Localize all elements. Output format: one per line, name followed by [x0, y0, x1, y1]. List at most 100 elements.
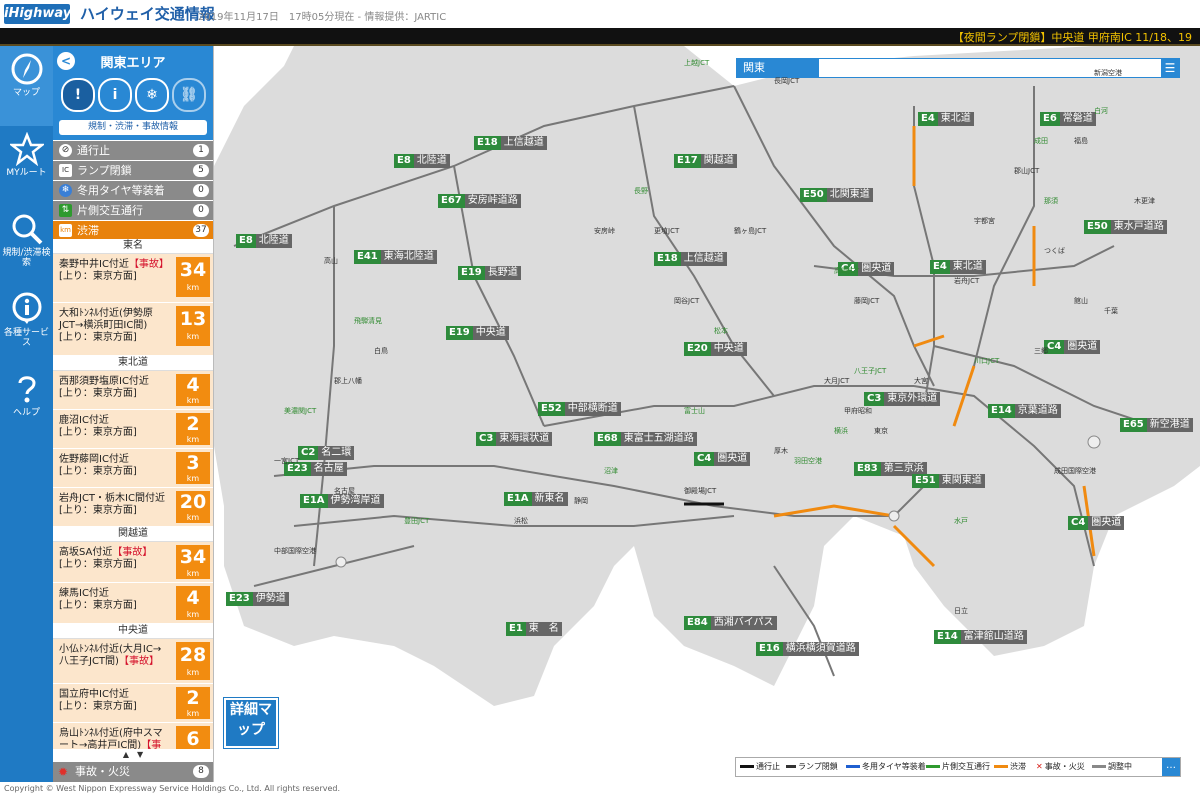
nav-map[interactable]: マップ [0, 46, 53, 126]
nav-my-route[interactable]: MYルート [0, 126, 53, 206]
count-badge: 1 [193, 144, 209, 157]
legend-swatch [994, 765, 1008, 768]
route-label[interactable]: C2 名二環 [298, 446, 355, 460]
update-time: 2019年11月17日 17時05分現在 - 情報提供：JARTIC [198, 12, 447, 23]
route-label[interactable]: C4 圏央道 [1068, 516, 1125, 530]
route-label[interactable]: E14 京葉道路 [988, 404, 1061, 418]
warning-category-icon[interactable]: ! [61, 78, 95, 112]
route-label[interactable]: E50 北関東道 [800, 188, 873, 202]
info-category-icon[interactable]: i [98, 78, 132, 112]
place-label: 高崎JCT [834, 267, 860, 275]
route-label[interactable]: E4 東北道 [918, 112, 974, 126]
airport-marker [335, 556, 347, 568]
place-label: 白鳥 [374, 347, 388, 355]
legend-more-button[interactable]: … [1162, 758, 1180, 776]
jam-item[interactable]: 国立府中IC付近 [上り：東京方面] 2 km [53, 684, 213, 723]
count-row-jam[interactable]: km 渋滞 37 [53, 220, 213, 240]
place-label: 成田国際空港 [1054, 467, 1096, 475]
route-label[interactable]: E65 新空港道 [1120, 418, 1193, 432]
section-header: 東名 [53, 239, 213, 254]
route-label[interactable]: E18 上信越道 [654, 252, 727, 266]
jam-list[interactable]: 東名 秦野中井IC付近【事故】 [上り：東京方面] 34 km 大和ﾄﾝﾈﾙ付近(伊… [53, 239, 213, 751]
route-label[interactable]: E16 横浜横須賀道路 [756, 642, 859, 656]
jam-item[interactable]: 鹿沼IC付近 [上り：東京方面] 2 km [53, 410, 213, 449]
snow-category-icon[interactable]: ❄ [135, 78, 169, 112]
route-label[interactable]: E14 富津館山道路 [934, 630, 1027, 644]
jam-item[interactable]: 秦野中井IC付近【事故】 [上り：東京方面] 34 km [53, 254, 213, 303]
nav-services[interactable]: 各種サービス [0, 286, 53, 366]
place-label: 東京 [874, 427, 888, 435]
route-label[interactable]: E52 中部横断道 [538, 402, 621, 416]
route-label[interactable]: E50 東水戸道路 [1084, 220, 1167, 234]
place-label: 浜松 [514, 517, 528, 525]
route-label[interactable]: C3 東海環状道 [476, 432, 553, 446]
place-label: 岡谷JCT [674, 297, 700, 305]
route-label[interactable]: E84 西湘バイパス [684, 616, 777, 630]
place-label: 千葉 [1104, 307, 1118, 315]
count-row-closure[interactable]: ⊘ 通行止 1 [53, 140, 213, 160]
jam-item[interactable]: 大和ﾄﾝﾈﾙ付近(伊勢原JCT→横浜町田IC間) [上り：東京方面] 13 km [53, 303, 213, 356]
route-label[interactable]: E18 上信越道 [474, 136, 547, 150]
detail-map-button[interactable]: 詳細マップ [223, 697, 279, 749]
place-label: 成田 [1034, 137, 1048, 145]
nav-search[interactable]: 規制/渋滞検索 [0, 206, 53, 286]
news-ticker[interactable]: 【夜間ランプ閉鎖】中央道 甲府南IC 11/18、19 [0, 28, 1200, 46]
jam-item[interactable]: 練馬IC付近 [上り：東京方面] 4 km [53, 583, 213, 624]
place-label: 藤岡JCT [854, 297, 880, 305]
route-label[interactable]: E4 東北道 [930, 260, 986, 274]
jam-length-badge: 3 km [176, 452, 210, 484]
chain-category-icon[interactable]: ⛓ [172, 78, 206, 112]
route-label[interactable]: E17 関越道 [674, 154, 737, 168]
jam-item[interactable]: 岩舟JCT・栃木IC間付近 [上り：東京方面] 20 km [53, 488, 213, 527]
app-header: iHighway ハイウェイ交通情報 2019年11月17日 17時05分現在 … [0, 0, 1200, 28]
count-row-ramp[interactable]: IC ランプ閉鎖 5 [53, 160, 213, 180]
nav-help[interactable]: ヘルプ [0, 366, 53, 446]
jam-text: 烏山ﾄﾝﾈﾙ付近(府中スマート→高井戸IC間)【事故】 [59, 728, 163, 751]
count-label: 冬用タイヤ等装着 [77, 184, 165, 197]
count-row-accident[interactable]: ✹ 事故・火災 8 [53, 762, 213, 782]
route-label[interactable]: E1 東 名 [506, 622, 562, 636]
jam-item[interactable]: 烏山ﾄﾝﾈﾙ付近(府中スマート→高井戸IC間)【事故】 6km [53, 723, 213, 751]
nav-search-label: 規制/渋滞検索 [2, 248, 51, 268]
count-row-alternate[interactable]: ⇅ 片側交互通行 0 [53, 200, 213, 220]
list-scroll-arrows[interactable]: ▲ ▼ [53, 749, 213, 761]
route-label[interactable]: E8 北陸道 [236, 234, 292, 248]
route-label[interactable]: C4 圏央道 [694, 452, 751, 466]
jam-item[interactable]: 佐野藤岡IC付近 [上り：東京方面] 3 km [53, 449, 213, 488]
route-label[interactable]: C3 東京外環道 [864, 392, 941, 406]
place-label: 白河 [1094, 107, 1108, 115]
jam-item[interactable]: 小仏ﾄﾝﾈﾙ付近(大月IC→八王子JCT間)【事故】 28 km [53, 639, 213, 684]
count-row-snow-tire[interactable]: ❄ 冬用タイヤ等装着 0 [53, 180, 213, 200]
jam-text: 小仏ﾄﾝﾈﾙ付近(大月IC→八王子JCT間)【事故】 [59, 644, 162, 667]
route-label[interactable]: E68 東富士五湖道路 [594, 432, 697, 446]
ticker-text[interactable]: 【夜間ランプ閉鎖】中央道 甲府南IC 11/18、19 [953, 29, 1192, 45]
route-label[interactable]: E19 中央道 [446, 326, 509, 340]
route-label[interactable]: E1A 新東名 [504, 492, 568, 506]
jam-text: 西那須野塩原IC付近 [上り：東京方面] [59, 376, 149, 399]
route-label[interactable]: E67 安房峠道路 [438, 194, 521, 208]
route-label[interactable]: E20 中央道 [684, 342, 747, 356]
route-label[interactable]: E19 長野道 [458, 266, 521, 280]
route-label[interactable]: E41 東海北陸道 [354, 250, 437, 264]
route-label[interactable]: E6 常磐道 [1040, 112, 1096, 126]
jam-length-badge: 4 km [176, 374, 210, 406]
route-label[interactable]: E23 伊勢道 [226, 592, 289, 606]
route-label[interactable]: E8 北陸道 [394, 154, 450, 168]
place-label: 名古屋 [334, 487, 355, 495]
menu-icon[interactable]: ☰ [1161, 59, 1179, 77]
route-label[interactable]: C4 圏央道 [1044, 340, 1101, 354]
nav-help-label: ヘルプ [12, 408, 40, 418]
jam-length-badge: 20 km [176, 491, 210, 523]
ihighway-logo[interactable]: iHighway [4, 4, 71, 24]
route-label[interactable]: E51 東関東道 [912, 474, 985, 488]
place-label: 長岡JCT [774, 77, 800, 85]
jam-item[interactable]: 高坂SA付近【事故】 [上り：東京方面] 34 km [53, 542, 213, 583]
expressway-map[interactable]: 関東 ☰ E8 北陸道 E18 上信越道 E17 関越道 E4 東北道 E6 常磐道 E6… [214, 46, 1200, 782]
count-label: 事故・火災 [75, 765, 130, 778]
place-label: 甲府昭和 [844, 407, 872, 415]
count-label: 通行止 [77, 144, 110, 157]
route-label[interactable]: E1A 伊勢湾岸道 [300, 494, 384, 508]
jam-item[interactable]: 西那須野塩原IC付近 [上り：東京方面] 4 km [53, 371, 213, 410]
filter-button[interactable]: 規制・渋滞・事故情報 [59, 120, 207, 135]
place-label: 水戸 [954, 517, 968, 525]
